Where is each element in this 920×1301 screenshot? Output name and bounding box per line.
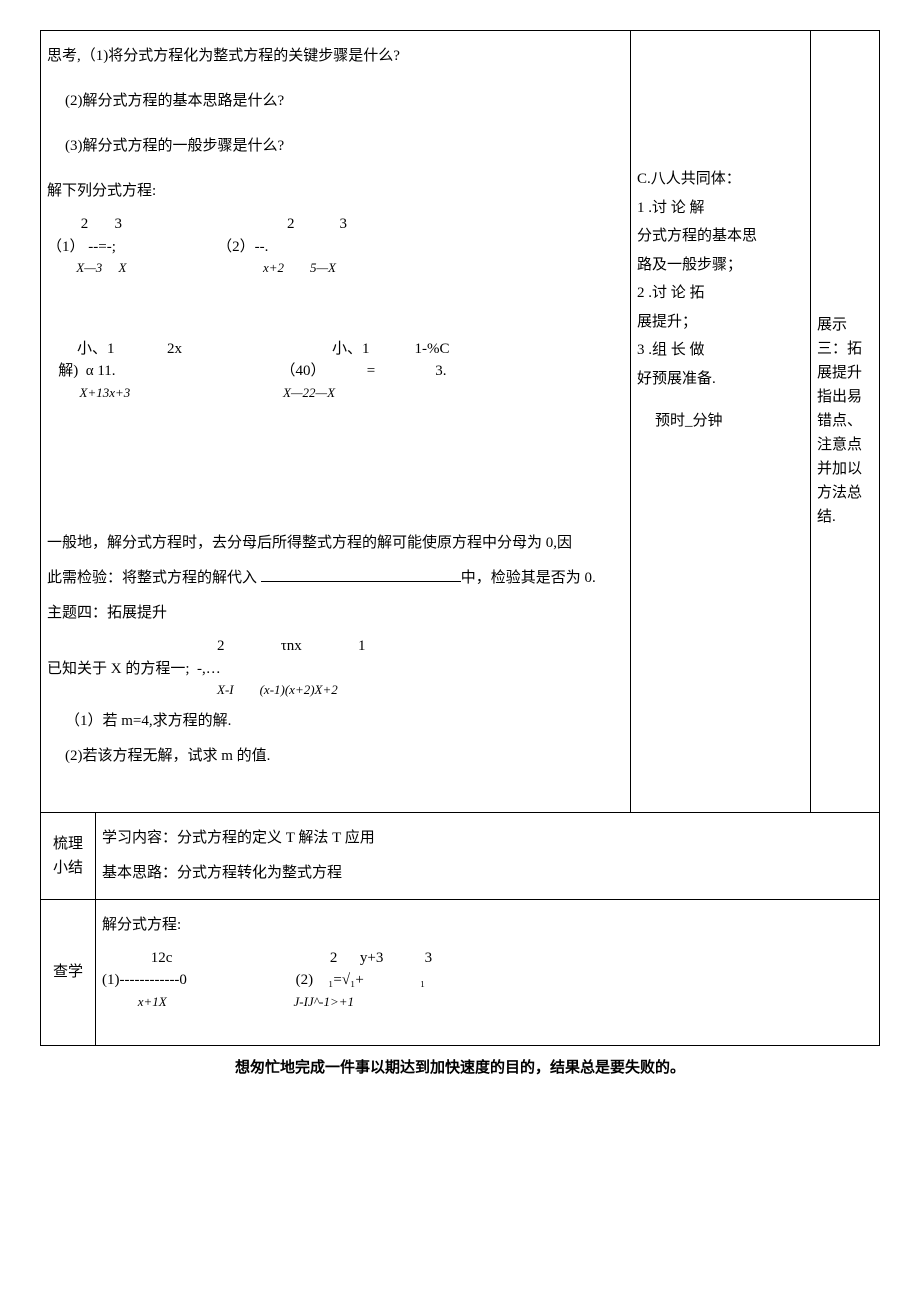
c3a: 3 .组 长 做 (637, 336, 804, 365)
general-note-b: 此需检验：将整式方程的解代入 中，检验其是否为 0. (47, 565, 624, 592)
eq1-line3: X—3 X x+2 5—X (47, 258, 624, 278)
check-label: 查学 (41, 900, 96, 1046)
main-content-cell: 思考,（1)将分式方程化为整式方程的关键步骤是什么? (2)解分式方程的基本思路… (41, 31, 631, 812)
sub-q1: （1）若 m=4,求方程的解. (47, 708, 624, 735)
equation-group-2: 小、1 2x 小、1 1-%C 解) α 11. （40） = 3. X+13 (47, 338, 624, 403)
c2b: 展提升； (637, 308, 804, 337)
blank-line (261, 567, 461, 582)
check-eq-l1: 12c 2 y+3 3 (102, 947, 873, 970)
document-table: 思考,（1)将分式方程化为整式方程的关键步骤是什么? (2)解分式方程的基本思路… (40, 30, 880, 1046)
c-title: C.八人共同体： (637, 165, 804, 194)
c1a: 1 .讨 论 解 (637, 194, 804, 223)
c1b: 分式方程的基本思 (637, 222, 804, 251)
sub-q2: (2)若该方程无解，试求 m 的值. (47, 743, 624, 770)
show3-text: 展示三：拓展提升指出易错点、注意点并加以方法总结. (817, 313, 873, 529)
equation-group-1: 2 3 2 3 （1） --=-; （2）--. X—3 X x+2 5— (47, 213, 624, 278)
think-q3: (3)解分式方程的一般步骤是什么? (47, 133, 624, 160)
general-note-a: 一般地，解分式方程时，去分母后所得整式方程的解可能使原方程中分母为 0,因 (47, 530, 624, 557)
side-cell: C.八人共同体： 1 .讨 论 解 分式方程的基本思 路及一般步骤； 2 .讨 … (631, 31, 811, 812)
side-timer: 预时_分钟 (637, 407, 804, 436)
eq2-line2: 解) α 11. （40） = 3. (47, 360, 624, 383)
check-eq-l2: (1)------------0 (2) ₁=√₁+ ₁ (102, 969, 873, 992)
c3b: 好预展准备. (637, 365, 804, 394)
summary-label: 梳理小结 (41, 813, 96, 899)
check-equation: 12c 2 y+3 3 (1)------------0 (2) ₁=√₁+ ₁… (102, 947, 873, 1012)
eq2-line1: 小、1 2x 小、1 1-%C (47, 338, 624, 361)
summary-row: 梳理小结 学习内容：分式方程的定义 T 解法 T 应用 基本思路：分式方程转化为… (41, 813, 879, 900)
check-content: 解分式方程: 12c 2 y+3 3 (1)------------0 (2) … (96, 900, 879, 1046)
summary-content: 学习内容：分式方程的定义 T 解法 T 应用 基本思路：分式方程转化为整式方程 (96, 813, 879, 899)
check-title: 解分式方程: (102, 912, 873, 939)
main-row: 思考,（1)将分式方程化为整式方程的关键步骤是什么? (2)解分式方程的基本思路… (41, 31, 879, 813)
known-pre: 已知关于 X 的方程一; -,… (47, 658, 624, 681)
summary-line1: 学习内容：分式方程的定义 T 解法 T 应用 (102, 825, 873, 852)
c2a: 2 .讨 论 拓 (637, 279, 804, 308)
summary-line2: 基本思路：分式方程转化为整式方程 (102, 860, 873, 887)
c1c: 路及一般步骤； (637, 251, 804, 280)
think-q2: (2)解分式方程的基本思路是什么? (47, 88, 624, 115)
solve-title: 解下列分式方程: (47, 178, 624, 205)
general-note-b-pre: 此需检验：将整式方程的解代入 (47, 570, 261, 586)
eq1-line2: （1） --=-; （2）--. (47, 236, 624, 259)
known-eq-top: 2 τnx 1 (47, 635, 624, 658)
topic-4-title: 主题四：拓展提升 (47, 600, 624, 627)
check-row: 查学 解分式方程: 12c 2 y+3 3 (1)------------0 (… (41, 900, 879, 1046)
footer-quote: 想匆忙地完成一件事以期达到加快速度的目的，结果总是要失败的。 (40, 1056, 880, 1077)
eq1-line1: 2 3 2 3 (47, 213, 624, 236)
known-eq-bot: X-I (x-1)(x+2)X+2 (47, 680, 624, 700)
think-q1: 思考,（1)将分式方程化为整式方程的关键步骤是什么? (47, 43, 624, 70)
known-equation: 2 τnx 1 已知关于 X 的方程一; -,… X-I (x-1)(x+2)X… (47, 635, 624, 700)
check-eq-l3: x+1X J-IJ^-1>+1 (102, 992, 873, 1012)
right-cell: 展示三：拓展提升指出易错点、注意点并加以方法总结. (811, 31, 879, 812)
eq2-line3: X+13x+3 X—22—X (47, 383, 624, 403)
general-note-b-post: 中，检验其是否为 0. (461, 570, 596, 586)
